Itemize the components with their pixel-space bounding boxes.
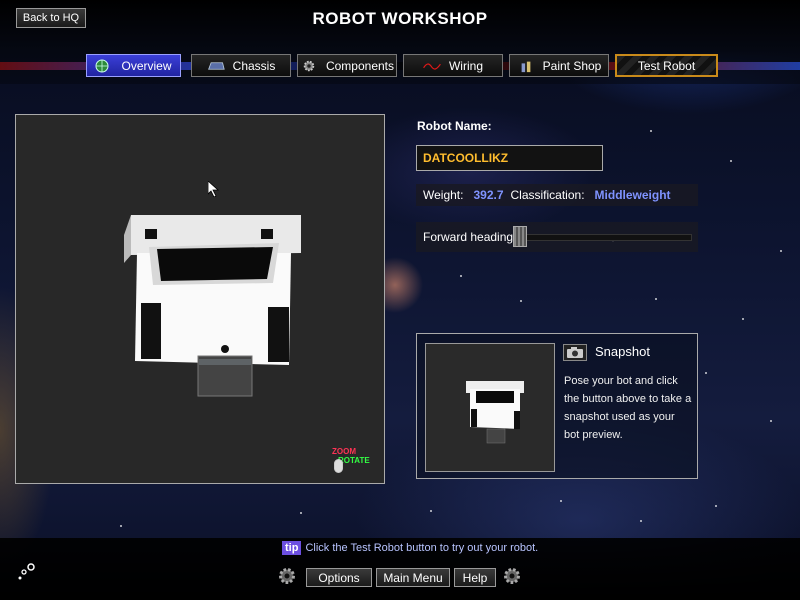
footer-bar: tip Click the Test Robot button to try o…	[0, 538, 800, 600]
tip-badge: tip	[282, 541, 302, 555]
main-menu-button[interactable]: Main Menu	[376, 568, 450, 587]
gear-icon	[303, 60, 315, 71]
robot-name-label: Robot Name:	[417, 119, 492, 133]
snapshot-title: Snapshot	[595, 344, 650, 359]
options-button[interactable]: Options	[306, 568, 372, 587]
mouse-icon	[334, 459, 343, 473]
tab-components[interactable]: Components	[297, 54, 397, 77]
tab-components-label: Components	[325, 58, 395, 73]
zoom-hint-label: ZOOM	[332, 447, 356, 456]
tab-overview[interactable]: Overview	[86, 54, 181, 77]
tab-paint-shop-label: Paint Shop	[542, 58, 602, 73]
snapshot-preview	[425, 343, 555, 472]
tab-wiring[interactable]: Wiring	[403, 54, 503, 77]
wire-icon	[423, 62, 441, 70]
tab-paint-shop[interactable]: Paint Shop	[509, 54, 609, 77]
classification-label: Classification:	[510, 188, 585, 202]
bubbles-icon	[18, 563, 35, 580]
forward-heading-control: Forward heading:	[416, 222, 698, 252]
mouse-cursor-icon	[208, 181, 220, 197]
paint-icon	[521, 61, 531, 72]
tip-banner: tip Click the Test Robot button to try o…	[282, 541, 538, 555]
gear-icon	[279, 568, 295, 584]
robot-3d-viewer[interactable]: ZOOM ROTATE	[15, 114, 385, 484]
tab-test-robot-label: Test Robot	[637, 58, 696, 73]
classification-value: Middleweight	[594, 188, 671, 202]
tip-text: Click the Test Robot button to try out y…	[305, 542, 539, 554]
page-title: ROBOT WORKSHOP	[312, 9, 488, 28]
robot-thumbnail	[466, 381, 524, 444]
tab-chassis[interactable]: Chassis	[191, 54, 291, 77]
forward-heading-label: Forward heading:	[423, 230, 517, 244]
robot-model	[124, 215, 301, 397]
tab-chassis-label: Chassis	[232, 58, 276, 73]
snapshot-description: Pose your bot and click the button above…	[564, 375, 692, 441]
help-button[interactable]: Help	[454, 568, 496, 587]
tab-test-robot[interactable]: Test Robot	[615, 54, 718, 77]
camera-icon	[567, 347, 583, 358]
snapshot-panel: Snapshot Pose your bot and click the but…	[416, 333, 698, 479]
snapshot-camera-button[interactable]	[563, 344, 587, 361]
gear-icon	[504, 568, 520, 584]
heading-slider-thumb[interactable]	[513, 226, 527, 247]
robot-stats-bar: Weight: 392.7 Classification: Middleweig…	[416, 184, 698, 206]
tab-overview-label: Overview	[121, 58, 172, 73]
weight-value: 392.7	[473, 188, 504, 202]
heading-slider-track[interactable]	[514, 234, 692, 241]
weight-label: Weight:	[423, 188, 464, 202]
robot-name-input[interactable]	[416, 145, 603, 171]
chassis-icon	[207, 61, 225, 70]
globe-icon	[95, 59, 109, 72]
tab-wiring-label: Wiring	[448, 58, 483, 73]
